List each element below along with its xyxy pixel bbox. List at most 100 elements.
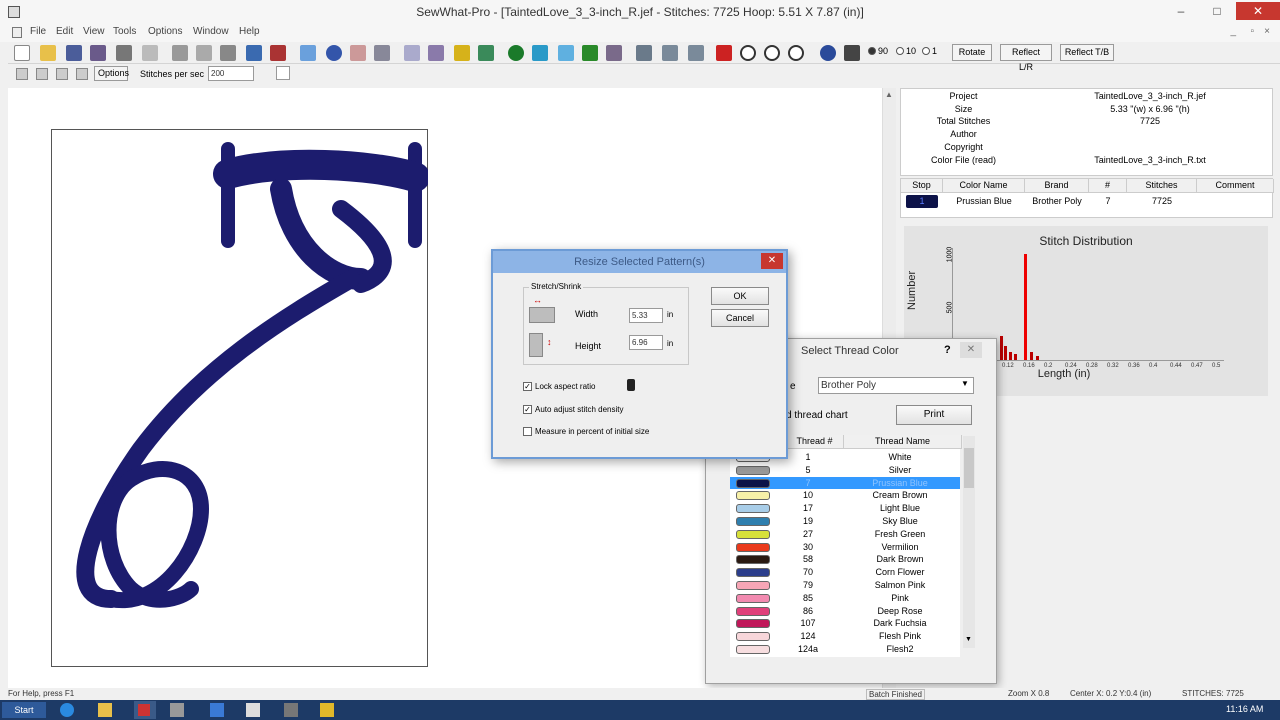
auto-adjust-checkbox[interactable]: ✓ [523, 405, 532, 414]
text-icon[interactable] [350, 45, 366, 61]
grid-icon[interactable] [716, 45, 732, 61]
thread-row[interactable]: 30 Vermilion [730, 541, 960, 554]
reflect-lr-button[interactable]: Reflect L/R [1000, 44, 1052, 72]
thread-row[interactable]: 19 Sky Blue [730, 515, 960, 528]
close-button[interactable]: ✕ [1236, 2, 1280, 20]
mdi-restore-button[interactable]: ▫ [1250, 26, 1254, 37]
col-stop[interactable]: Stop [901, 179, 943, 193]
merge-icon[interactable] [688, 45, 704, 61]
col-brand[interactable]: Brand [1025, 179, 1089, 193]
options-button[interactable]: Options [94, 66, 129, 81]
thread-row[interactable]: 70 Corn Flower [730, 566, 960, 579]
col-comment[interactable]: Comment [1197, 179, 1274, 193]
help-icon[interactable] [820, 45, 836, 61]
center-icon[interactable] [326, 45, 342, 61]
measure-percent-checkbox[interactable] [523, 427, 532, 436]
mdi-close-button[interactable]: × [1264, 26, 1270, 37]
chevron-down-icon[interactable]: ▼ [961, 379, 969, 388]
frame-icon[interactable] [558, 45, 574, 61]
taskbar-app-6-icon[interactable] [320, 703, 334, 717]
export-icon[interactable] [428, 45, 444, 61]
thread-row[interactable]: 7 Prussian Blue [730, 476, 960, 490]
cancel-button[interactable]: Cancel [711, 309, 769, 327]
width-input[interactable]: 5.33 [629, 308, 663, 323]
scroll-thumb[interactable] [964, 448, 974, 488]
taskbar-app-2-icon[interactable] [170, 703, 184, 717]
menu-file[interactable]: File [30, 26, 46, 37]
help-icon[interactable]: ? [944, 344, 951, 356]
disk-icon[interactable] [454, 45, 470, 61]
mdi-minimize-button[interactable]: _ [1230, 26, 1236, 37]
embroidery-letter-r[interactable] [51, 129, 428, 667]
explorer-icon[interactable] [98, 703, 112, 717]
tools-icon[interactable] [374, 45, 390, 61]
radio-90[interactable] [868, 47, 876, 55]
print-button[interactable]: Print [896, 405, 972, 425]
scroll-down-icon[interactable]: ▼ [965, 636, 972, 643]
play-icon[interactable] [508, 45, 524, 61]
context-help-icon[interactable] [844, 45, 860, 61]
ok-button[interactable]: OK [711, 287, 769, 305]
stop-color-swatch[interactable]: 1 [906, 195, 938, 208]
print-icon[interactable] [116, 45, 132, 61]
menu-tools[interactable]: Tools [113, 26, 136, 37]
menu-view[interactable]: View [83, 26, 105, 37]
new-file-icon[interactable] [14, 45, 30, 61]
stitches-per-sec-input[interactable]: 200 [208, 66, 254, 81]
undo-icon[interactable] [246, 45, 262, 61]
col-number[interactable]: # [1089, 179, 1127, 193]
taskbar-app-4-icon[interactable] [246, 703, 260, 717]
paste-icon[interactable] [220, 45, 236, 61]
brand-select[interactable]: Brother Poly [818, 377, 974, 394]
globe-icon[interactable] [404, 45, 420, 61]
cut-icon[interactable] [172, 45, 188, 61]
zoom-in-icon[interactable] [764, 45, 780, 61]
stitch-edit-icon[interactable] [270, 45, 286, 61]
thread-row[interactable]: 124 Flesh Pink [730, 630, 960, 643]
thread-list[interactable]: 1 White 5 Silver 7 Prussian Blue 10 Cream Brown… [730, 449, 960, 657]
thread-dialog-close-button[interactable]: ✕ [960, 342, 982, 358]
thread-row[interactable]: 86 Deep Rose [730, 605, 960, 618]
menu-help[interactable]: Help [239, 26, 260, 37]
radio-1[interactable] [922, 47, 930, 55]
height-input[interactable]: 6.96 [629, 335, 663, 350]
split-icon[interactable] [662, 45, 678, 61]
thread-row[interactable]: 107 Dark Fuchsia [730, 617, 960, 630]
menu-edit[interactable]: Edit [56, 26, 73, 37]
col-thread-name[interactable]: Thread Name [844, 435, 962, 449]
minimize-button[interactable]: – [1164, 2, 1198, 20]
zoom-out-icon[interactable] [788, 45, 804, 61]
resize-dialog-close-button[interactable]: ✕ [761, 253, 783, 269]
open-folder-icon[interactable] [40, 45, 56, 61]
thread-row[interactable]: 85 Pink [730, 592, 960, 605]
thread-row[interactable]: 27 Fresh Green [730, 528, 960, 541]
thread-row[interactable]: 10 Cream Brown [730, 489, 960, 502]
radio-10[interactable] [896, 47, 904, 55]
stop-icon[interactable] [76, 68, 88, 80]
col-color-name[interactable]: Color Name [943, 179, 1025, 193]
color-icon[interactable] [582, 45, 598, 61]
taskbar-app-sewwhat[interactable] [134, 701, 156, 719]
copy-icon[interactable] [196, 45, 212, 61]
thread-row[interactable]: 58 Dark Brown [730, 553, 960, 566]
col-thread-num[interactable]: Thread # [786, 435, 844, 449]
thread-row[interactable]: 17 Light Blue [730, 502, 960, 515]
zoom-icon[interactable] [740, 45, 756, 61]
play-icon[interactable] [16, 68, 28, 80]
send-icon[interactable] [478, 45, 494, 61]
pause-icon[interactable] [36, 68, 48, 80]
speed-checkbox[interactable] [276, 66, 290, 80]
save-as-icon[interactable] [90, 45, 106, 61]
step-icon[interactable] [56, 68, 68, 80]
palette-icon[interactable] [606, 45, 622, 61]
ie-icon[interactable] [60, 703, 74, 717]
thread-row[interactable]: 79 Salmon Pink [730, 579, 960, 592]
print-preview-icon[interactable] [142, 45, 158, 61]
taskbar-app-3-icon[interactable] [210, 703, 224, 717]
hoop-icon[interactable] [300, 45, 316, 61]
save-icon[interactable] [66, 45, 82, 61]
scroll-up-icon[interactable]: ▲ [885, 90, 893, 99]
col-stitches[interactable]: Stitches [1127, 179, 1197, 193]
shirt-icon[interactable] [532, 45, 548, 61]
lock-aspect-checkbox[interactable]: ✓ [523, 382, 532, 391]
